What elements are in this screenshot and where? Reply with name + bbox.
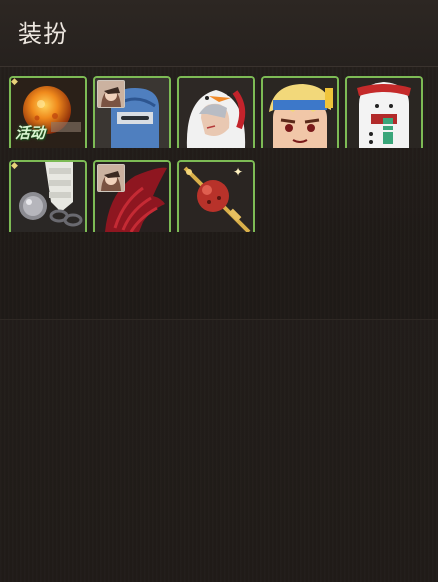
snowman-hood-icon bbox=[179, 78, 253, 148]
costume-slot-snowman-costume[interactable] bbox=[345, 76, 423, 148]
character-portrait-icon bbox=[97, 164, 125, 192]
costume-slot-blonde-hero-hat[interactable] bbox=[261, 76, 339, 148]
costume-slot-crimson-wings[interactable] bbox=[93, 160, 171, 232]
hero-hat-icon bbox=[263, 78, 337, 148]
corner-ornament-icon: ◆ bbox=[11, 77, 18, 87]
costume-panel: 装扮 ◆ 活动 ◆ ✦ bbox=[0, 0, 438, 582]
event-badge: 活动 bbox=[15, 124, 46, 142]
snowman-costume-icon bbox=[347, 78, 421, 148]
chain-boot-icon bbox=[11, 162, 85, 232]
costume-grid: ◆ 活动 ◆ ✦ bbox=[0, 67, 438, 320]
costume-slot-ruby-scepter[interactable]: ✦ bbox=[177, 160, 255, 232]
costume-slot-fire-orb[interactable]: ◆ 活动 bbox=[9, 76, 87, 148]
costume-slot-blue-knight-helmet[interactable] bbox=[93, 76, 171, 148]
corner-ornament-icon: ◆ bbox=[11, 161, 18, 171]
costume-slot-silver-chain-boot[interactable]: ◆ bbox=[9, 160, 87, 232]
character-portrait-icon bbox=[97, 80, 125, 108]
page-title: 装扮 bbox=[18, 20, 68, 48]
costume-slot-snowman-hood[interactable] bbox=[177, 76, 255, 148]
ruby-scepter-icon: ✦ bbox=[179, 162, 253, 232]
panel-header: 装扮 bbox=[0, 0, 438, 67]
svg-text:✦: ✦ bbox=[233, 165, 243, 179]
